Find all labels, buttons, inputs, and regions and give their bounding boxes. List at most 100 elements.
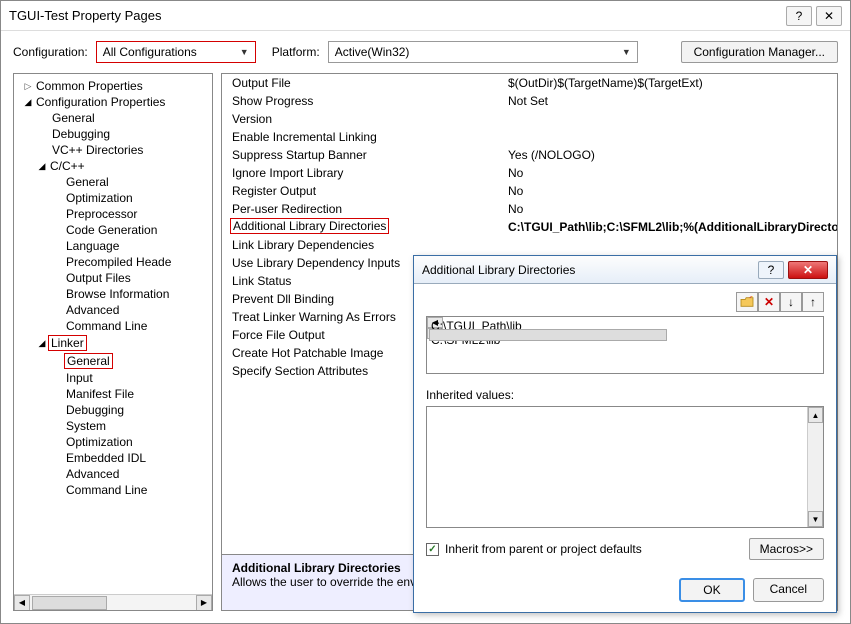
arrow-down-icon: ↓ xyxy=(788,295,794,309)
tree-linker-manifest[interactable]: Manifest File xyxy=(16,386,210,402)
tree-linker-system[interactable]: System xyxy=(16,418,210,434)
property-name: Link Library Dependencies xyxy=(222,238,502,252)
tree-linker-input[interactable]: Input xyxy=(16,370,210,386)
configuration-label: Configuration: xyxy=(13,45,88,59)
property-name: Output File xyxy=(222,76,502,90)
tree-cc-output[interactable]: Output Files xyxy=(16,270,210,286)
property-value: Yes (/NOLOGO) xyxy=(502,148,837,162)
tree-linker-general[interactable]: General xyxy=(16,352,210,370)
tree-cc-codegen[interactable]: Code Generation xyxy=(16,222,210,238)
inherited-values-listbox[interactable]: ▲ ▼ xyxy=(426,406,824,528)
platform-dropdown[interactable]: Active(Win32) ▼ xyxy=(328,41,638,63)
tree-configuration-properties[interactable]: ◢Configuration Properties xyxy=(16,94,210,110)
new-folder-button[interactable] xyxy=(736,292,758,312)
titlebar: TGUI-Test Property Pages ? ✕ xyxy=(1,1,850,31)
tree-ccpp[interactable]: ◢C/C++ xyxy=(16,158,210,174)
move-down-button[interactable]: ↓ xyxy=(780,292,802,312)
tree-cc-browse[interactable]: Browse Information xyxy=(16,286,210,302)
subdialog-title: Additional Library Directories xyxy=(422,263,758,277)
property-row[interactable]: Output File$(OutDir)$(TargetName)$(Targe… xyxy=(222,74,837,92)
property-name: Per-user Redirection xyxy=(222,202,502,216)
tree-panel[interactable]: ▷Common Properties ◢Configuration Proper… xyxy=(13,73,213,611)
cancel-button[interactable]: Cancel xyxy=(753,578,824,602)
additional-library-directories-dialog: Additional Library Directories ? ✕ ✕ ↓ ↑… xyxy=(413,255,837,613)
property-row[interactable]: Enable Incremental Linking xyxy=(222,128,837,146)
subdialog-bottom-row: ✓ Inherit from parent or project default… xyxy=(426,538,824,560)
folder-icon xyxy=(740,296,754,308)
inherit-checkbox[interactable]: ✓ xyxy=(426,543,439,556)
tree-cc-language[interactable]: Language xyxy=(16,238,210,254)
scroll-thumb[interactable] xyxy=(429,329,667,341)
tree-cc-advanced[interactable]: Advanced xyxy=(16,302,210,318)
scroll-left-icon[interactable]: ◀ xyxy=(14,595,30,611)
configuration-manager-button[interactable]: Configuration Manager... xyxy=(681,41,838,63)
tree-cc-cmdline[interactable]: Command Line xyxy=(16,318,210,334)
chevron-down-icon: ▼ xyxy=(622,47,631,57)
delete-icon: ✕ xyxy=(764,295,774,309)
scroll-track[interactable] xyxy=(30,595,196,611)
help-button[interactable]: ? xyxy=(786,6,812,26)
subdialog-toolbar: ✕ ↓ ↑ xyxy=(426,292,824,312)
help-button[interactable]: ? xyxy=(758,261,784,279)
property-value: Not Set xyxy=(502,94,837,108)
property-row[interactable]: Suppress Startup BannerYes (/NOLOGO) xyxy=(222,146,837,164)
property-row[interactable]: Ignore Import LibraryNo xyxy=(222,164,837,182)
property-value: $(OutDir)$(TargetName)$(TargetExt) xyxy=(502,76,837,90)
directory-listbox[interactable]: C:\TGUI_Path\libC:\SFML2\lib ◀ ▶ xyxy=(426,316,824,374)
inherit-checkbox-label[interactable]: Inherit from parent or project defaults xyxy=(445,542,642,556)
arrow-up-icon: ↑ xyxy=(810,295,816,309)
subdialog-buttons: OK Cancel xyxy=(414,568,836,612)
property-value: C:\TGUI_Path\lib;C:\SFML2\lib;%(Addition… xyxy=(502,220,837,234)
property-pages-window: TGUI-Test Property Pages ? ✕ Configurati… xyxy=(0,0,851,624)
tree-debugging[interactable]: Debugging xyxy=(16,126,210,142)
configuration-dropdown[interactable]: All Configurations ▼ xyxy=(96,41,256,63)
tree-cc-precomp[interactable]: Precompiled Heade xyxy=(16,254,210,270)
close-button[interactable]: ✕ xyxy=(788,261,828,279)
tree-common-properties[interactable]: ▷Common Properties xyxy=(16,78,210,94)
move-up-button[interactable]: ↑ xyxy=(802,292,824,312)
delete-button[interactable]: ✕ xyxy=(758,292,780,312)
chevron-down-icon: ▼ xyxy=(240,47,249,57)
arrow-down-icon: ◢ xyxy=(36,338,48,349)
tree-vc-directories[interactable]: VC++ Directories xyxy=(16,142,210,158)
tree-linker-cmdline[interactable]: Command Line xyxy=(16,482,210,498)
arrow-down-icon: ◢ xyxy=(22,97,34,108)
tree-cc-preprocessor[interactable]: Preprocessor xyxy=(16,206,210,222)
property-row[interactable]: Version xyxy=(222,110,837,128)
property-value: No xyxy=(502,202,837,216)
property-name: Enable Incremental Linking xyxy=(222,130,502,144)
property-row[interactable]: Register OutputNo xyxy=(222,182,837,200)
close-button[interactable]: ✕ xyxy=(816,6,842,26)
scroll-down-icon[interactable]: ▼ xyxy=(808,511,823,527)
config-row: Configuration: All Configurations ▼ Plat… xyxy=(1,31,850,73)
ok-button[interactable]: OK xyxy=(679,578,744,602)
window-title: TGUI-Test Property Pages xyxy=(9,8,782,23)
scroll-up-icon[interactable]: ▲ xyxy=(808,407,823,423)
subdialog-body: ✕ ↓ ↑ C:\TGUI_Path\libC:\SFML2\lib ◀ ▶ I… xyxy=(414,284,836,568)
tree-cc-general[interactable]: General xyxy=(16,174,210,190)
platform-label: Platform: xyxy=(272,45,320,59)
tree-linker-optimization[interactable]: Optimization xyxy=(16,434,210,450)
property-row[interactable]: Show ProgressNot Set xyxy=(222,92,837,110)
subdialog-titlebar: Additional Library Directories ? ✕ xyxy=(414,256,836,284)
tree-hscrollbar[interactable]: ◀ ▶ xyxy=(14,594,212,610)
scroll-thumb[interactable] xyxy=(32,596,107,610)
tree-cc-optimization[interactable]: Optimization xyxy=(16,190,210,206)
inherited-values-label: Inherited values: xyxy=(426,388,824,402)
inherited-vscrollbar[interactable]: ▲ ▼ xyxy=(807,407,823,527)
property-row[interactable]: Additional Library Directories C:\TGUI_Pa… xyxy=(222,218,837,236)
property-value: No xyxy=(502,184,837,198)
property-name: Suppress Startup Banner xyxy=(222,148,502,162)
arrow-right-icon: ▷ xyxy=(22,81,34,92)
tree-linker-debugging[interactable]: Debugging xyxy=(16,402,210,418)
tree-general[interactable]: General xyxy=(16,110,210,126)
property-name: Show Progress xyxy=(222,94,502,108)
tree-linker-embedded[interactable]: Embedded IDL xyxy=(16,450,210,466)
scroll-right-icon[interactable]: ▶ xyxy=(196,595,212,611)
property-name: Additional Library Directories xyxy=(230,218,389,234)
tree-linker-advanced[interactable]: Advanced xyxy=(16,466,210,482)
tree-linker[interactable]: ◢Linker xyxy=(16,334,210,352)
macros-button[interactable]: Macros>> xyxy=(749,538,824,560)
property-row[interactable]: Per-user RedirectionNo xyxy=(222,200,837,218)
property-row[interactable]: Link Library Dependencies xyxy=(222,236,837,254)
